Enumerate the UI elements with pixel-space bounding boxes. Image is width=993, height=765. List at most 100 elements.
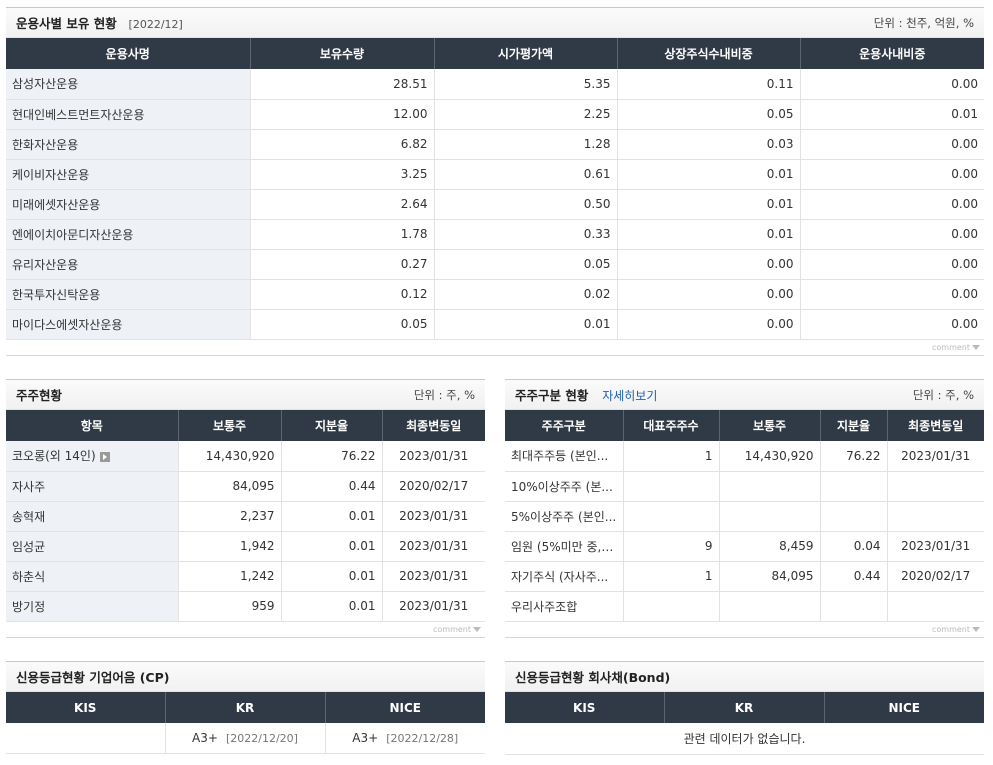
listed-ratio-cell: 0.01 [617,159,801,190]
credit-bond-table: KIS KR NICE 관련 데이터가 없습니다. [505,692,984,755]
shares-cell [719,591,821,622]
fund-holdings-title: 운용사별 보유 현황 [16,16,117,31]
fund-holdings-panel: 운용사별 보유 현황 [2022/12] 단위 : 천주, 억원, % 운용사명… [6,7,984,356]
listed-ratio-cell: 0.01 [617,189,801,220]
table-row: 최대주주등 (본인... 1 14,430,920 76.22 2023/01/31 [505,441,984,472]
column-header: 대표주주수 [623,410,720,441]
shares-cell: 14,430,920 [178,441,282,472]
table-row: 임원 (5%미만 중, ... 9 8,459 0.04 2023/01/31 [505,531,984,562]
fund-holdings-date: [2022/12] [128,18,183,31]
shareholders-table: 항목 보통주 지분율 최종변동일 코오롱(외 14인) 14,430,920 76.… [6,410,485,622]
market-value-cell: 0.50 [434,189,618,220]
column-header: KR [165,692,326,723]
holder-count-cell [623,471,720,502]
ratio-cell [820,471,888,502]
shareholder-name-cell: 방기정 [6,591,179,622]
shareholder-types-title: 주주구분 현황 [515,388,589,403]
date-cell: 2023/01/31 [887,441,984,472]
listed-ratio-cell: 0.00 [617,249,801,280]
credit-bond-header: 신용등급현황 회사채(Bond) [505,661,984,692]
fund-name-cell: 케이비자산운용 [6,159,251,190]
column-header: 보통주 [178,410,282,441]
shares-cell: 2,237 [178,501,282,532]
table-row: 우리사주조합 [505,591,984,622]
quantity-cell: 6.82 [250,129,435,160]
fund-holdings-header: 운용사별 보유 현황 [2022/12] 단위 : 천주, 억원, % [6,7,984,38]
shareholder-type-cell: 임원 (5%미만 중, ... [505,531,624,562]
date-cell: 2023/01/31 [382,561,485,592]
ratio-cell: 0.01 [281,561,383,592]
chevron-down-icon [473,626,481,632]
column-header: 주주구분 [505,410,624,441]
shareholders-panel: 주주현황 단위 : 주, % 항목 보통주 지분율 최종변동일 코오롱(외 14… [6,379,485,638]
view-details-link[interactable]: 자세히보기 [602,389,657,403]
fund-name-cell: 마이다스에셋자산운용 [6,309,251,340]
holder-count-cell: 1 [623,441,720,472]
market-value-cell: 0.02 [434,279,618,310]
column-header: 운용사내비중 [800,38,984,69]
comment-toggle[interactable]: comment [6,622,485,638]
ratio-cell: 0.01 [281,531,383,562]
column-header: 운용사명 [6,38,251,69]
table-row: 미래에셋자산운용 2.64 0.50 0.01 0.00 [6,189,984,220]
holder-count-cell: 1 [623,561,720,592]
market-value-cell: 2.25 [434,99,618,130]
ratio-cell: 0.44 [820,561,888,592]
listed-ratio-cell: 0.01 [617,219,801,250]
fund-ratio-cell: 0.00 [800,219,984,250]
shares-cell [719,471,821,502]
fund-holdings-table: 운용사명 보유수량 시가평가액 상장주식수내비중 운용사내비중 삼성자산운용 28… [6,38,984,340]
ratio-cell: 76.22 [281,441,383,472]
fund-ratio-cell: 0.01 [800,99,984,130]
fund-holdings-unit: 단위 : 천주, 억원, % [873,15,974,30]
chevron-down-icon [972,344,980,350]
quantity-cell: 0.05 [250,309,435,340]
ratio-cell: 0.04 [820,531,888,562]
column-header: 상장주식수내비중 [617,38,801,69]
listed-ratio-cell: 0.03 [617,129,801,160]
fund-name-cell: 엔에이치아문디자산운용 [6,219,251,250]
fund-name-cell: 미래에셋자산운용 [6,189,251,220]
table-row: 엔에이치아문디자산운용 1.78 0.33 0.01 0.00 [6,219,984,250]
listed-ratio-cell: 0.00 [617,279,801,310]
date-cell [887,501,984,532]
listed-ratio-cell: 0.05 [617,99,801,130]
table-row: 한화자산운용 6.82 1.28 0.03 0.00 [6,129,984,160]
ratio-cell [820,501,888,532]
fund-name-cell: 현대인베스트먼트자산운용 [6,99,251,130]
kr-grade-cell: A3+ [2022/12/20] [165,723,326,754]
shareholder-type-cell: 우리사주조합 [505,591,624,622]
quantity-cell: 28.51 [250,69,435,100]
market-value-cell: 0.05 [434,249,618,280]
shareholders-header: 주주현황 단위 : 주, % [6,379,485,410]
credit-cp-title: 신용등급현황 기업어음 (CP) [16,670,170,685]
comment-toggle[interactable]: comment [505,622,984,638]
table-row: 유리자산운용 0.27 0.05 0.00 0.00 [6,249,984,280]
expand-icon[interactable] [99,451,110,462]
ratio-cell: 0.01 [281,591,383,622]
shareholder-name-cell: 자사주 [6,471,179,502]
credit-bond-panel: 신용등급현황 회사채(Bond) KIS KR NICE 관련 데이터가 없습니… [505,661,984,755]
column-header: 지분율 [820,410,888,441]
date-cell: 2023/01/31 [382,531,485,562]
shareholders-unit: 단위 : 주, % [413,387,475,402]
shareholder-name-cell: 송혁재 [6,501,179,532]
column-header: 시가평가액 [434,38,618,69]
shareholder-type-cell: 최대주주등 (본인... [505,441,624,472]
market-value-cell: 1.28 [434,129,618,160]
shares-cell: 1,942 [178,531,282,562]
fund-ratio-cell: 0.00 [800,129,984,160]
shareholder-name-cell: 임성균 [6,531,179,562]
quantity-cell: 12.00 [250,99,435,130]
quantity-cell: 3.25 [250,159,435,190]
column-header: 보유수량 [250,38,435,69]
comment-toggle[interactable]: comment [6,340,984,356]
table-row: 관련 데이터가 없습니다. [505,723,984,755]
shares-cell: 14,430,920 [719,441,821,472]
fund-ratio-cell: 0.00 [800,189,984,220]
shareholder-type-cell: 10%이상주주 (본... [505,471,624,502]
shareholder-name-cell: 하춘식 [6,561,179,592]
table-row: 임성균 1,942 0.01 2023/01/31 [6,531,485,562]
date-cell: 2023/01/31 [382,501,485,532]
table-row: 하춘식 1,242 0.01 2023/01/31 [6,561,485,592]
